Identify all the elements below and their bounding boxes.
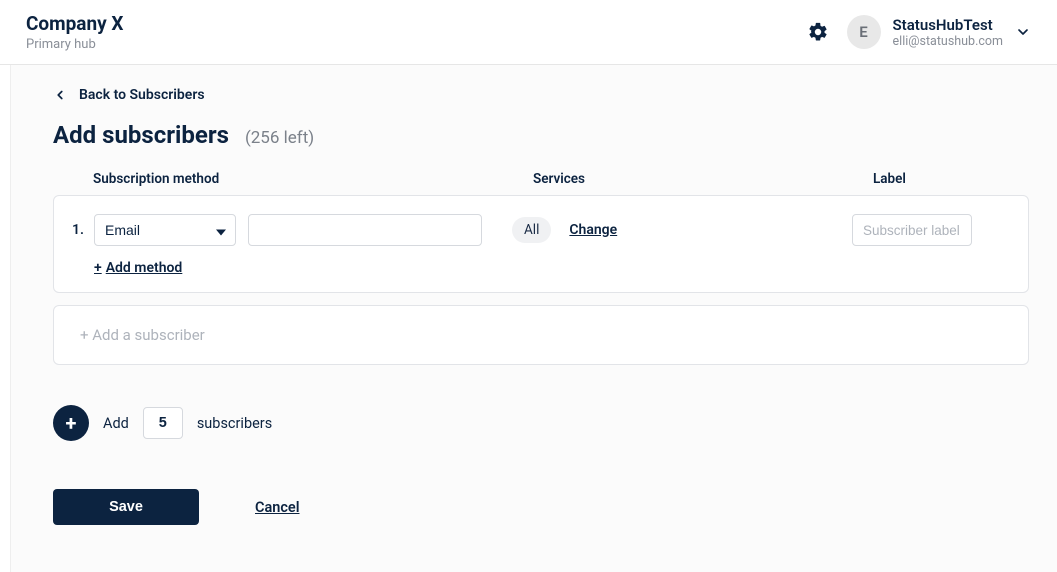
- subscriber-row: 1. Email All Change: [72, 214, 1010, 246]
- back-link-label: Back to Subscribers: [79, 87, 205, 103]
- plus-icon: +: [94, 260, 102, 276]
- add-subscriber-button[interactable]: + Add a subscriber: [53, 305, 1029, 365]
- footer-actions: Save Cancel: [53, 489, 1029, 525]
- avatar: E: [847, 15, 881, 49]
- page-title: Add subscribers: [53, 121, 229, 149]
- chevron-down-icon: [1015, 24, 1031, 40]
- services-all-pill: All: [512, 217, 551, 243]
- company-name: Company X: [26, 12, 123, 35]
- bulk-suffix-label: subscribers: [197, 415, 272, 432]
- label-cell: [852, 214, 1010, 246]
- cancel-link[interactable]: Cancel: [255, 499, 300, 516]
- add-method-label: Add method: [106, 260, 183, 276]
- page-heading: Add subscribers (256 left): [53, 121, 1029, 149]
- col-header-services: Services: [533, 171, 873, 187]
- subscriber-card: 1. Email All Change +: [53, 195, 1029, 293]
- method-select[interactable]: Email: [94, 214, 236, 246]
- chevron-left-icon: [53, 88, 67, 102]
- col-header-method: Subscription method: [93, 171, 533, 187]
- add-method-link[interactable]: + Add method: [94, 260, 182, 276]
- bulk-add-button[interactable]: +: [53, 405, 89, 441]
- user-email: elli@statushub.com: [893, 34, 1003, 49]
- back-to-subscribers-link[interactable]: Back to Subscribers: [53, 87, 205, 103]
- save-button[interactable]: Save: [53, 489, 199, 525]
- company-subtitle: Primary hub: [26, 37, 123, 52]
- row-index: 1.: [72, 222, 94, 238]
- bulk-qty-input[interactable]: [143, 407, 183, 439]
- method-select-wrap: Email: [94, 214, 236, 246]
- main-area: Back to Subscribers Add subscribers (256…: [10, 65, 1057, 572]
- change-services-link[interactable]: Change: [569, 222, 617, 238]
- bulk-add-row: + Add subscribers: [53, 405, 1029, 441]
- bulk-add-label: Add: [103, 415, 129, 432]
- col-header-label: Label: [873, 171, 1029, 187]
- user-name: StatusHubTest: [893, 16, 1003, 34]
- method-cell: Email: [94, 214, 512, 246]
- label-input[interactable]: [852, 214, 972, 246]
- user-text: StatusHubTest elli@statushub.com: [893, 16, 1003, 49]
- gear-icon[interactable]: [807, 21, 829, 43]
- remaining-count: (256 left): [245, 128, 314, 148]
- company-block: Company X Primary hub: [26, 12, 123, 52]
- top-right: E StatusHubTest elli@statushub.com: [807, 15, 1031, 49]
- column-headers: Subscription method Services Label: [53, 171, 1029, 187]
- top-bar: Company X Primary hub E StatusHubTest el…: [0, 0, 1057, 65]
- services-cell: All Change: [512, 217, 852, 243]
- user-menu[interactable]: E StatusHubTest elli@statushub.com: [847, 15, 1031, 49]
- plus-icon: +: [66, 411, 77, 435]
- method-value-input[interactable]: [248, 214, 482, 246]
